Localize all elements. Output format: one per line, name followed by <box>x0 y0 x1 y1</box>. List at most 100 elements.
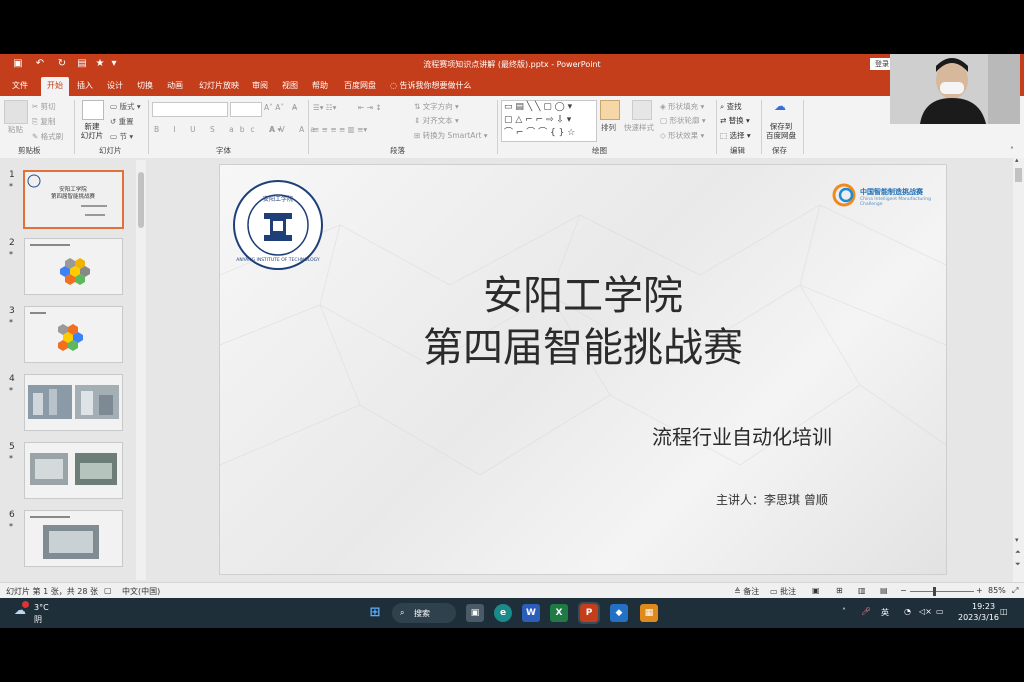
reset-button[interactable]: ↺ 重置 <box>110 116 134 127</box>
convert-smartart-button[interactable]: ⊞ 转换为 SmartArt ▾ <box>414 130 488 141</box>
tab-baidu[interactable]: 百度网盘 <box>344 80 376 91</box>
divider <box>148 100 149 154</box>
slide-thumbnail-4[interactable] <box>24 374 123 431</box>
paste-icon[interactable] <box>4 100 28 124</box>
scroll-thumb[interactable] <box>1015 168 1022 182</box>
font-style-buttons[interactable]: B I U S abc AV Aa <box>154 125 321 134</box>
shape-outline-button[interactable]: ▢ 形状轮廓 ▾ <box>660 115 706 126</box>
cut-button[interactable]: ✂ 剪切 <box>32 101 56 112</box>
tab-transitions[interactable]: 切换 <box>137 80 153 91</box>
replace-button[interactable]: ⇄ 替换 ▾ <box>720 115 750 126</box>
scroll-thumb[interactable] <box>138 172 144 228</box>
save-to-baidu-button[interactable]: 保存到 百度网盘 <box>763 122 799 140</box>
app-orange-icon[interactable]: ▦ <box>640 604 658 622</box>
wifi-icon[interactable]: ◔ <box>904 607 911 616</box>
notes-button[interactable]: ≜ 备注 <box>734 586 759 597</box>
microphone-icon[interactable]: 🎤︎ <box>861 607 871 616</box>
notifications-icon[interactable]: ◫ <box>1000 607 1008 616</box>
powerpoint-icon[interactable]: P <box>578 602 600 624</box>
tab-file[interactable]: 文件 <box>12 80 28 91</box>
slide-thumbnail-3[interactable] <box>24 306 123 363</box>
search-label: 搜索 <box>414 609 430 618</box>
normal-view-icon[interactable]: ▣ <box>812 586 820 595</box>
tab-view[interactable]: 视图 <box>282 80 298 91</box>
new-slide-button[interactable]: 新建 幻灯片 <box>76 122 108 140</box>
align-text-button[interactable]: ⇕ 对齐文本 ▾ <box>414 115 459 126</box>
slide-number: 5 <box>9 442 15 452</box>
baidu-cloud-icon[interactable]: ☁ <box>773 100 787 116</box>
select-button[interactable]: ⬚ 选择 ▾ <box>720 130 751 141</box>
reading-view-icon[interactable]: ▥ <box>858 586 866 595</box>
taskbar-search[interactable]: ⌕ 搜索 <box>392 603 456 623</box>
bullets-icon[interactable]: ☰▾ ☷▾ <box>313 103 336 112</box>
zoom-slider-thumb[interactable] <box>933 587 936 596</box>
quick-styles-icon[interactable] <box>632 100 652 120</box>
word-icon[interactable]: W <box>522 604 540 622</box>
arrange-icon[interactable] <box>600 100 620 120</box>
indent-icon[interactable]: ⇤ ⇥ ↕ <box>358 103 382 112</box>
zoom-slider[interactable] <box>910 591 974 592</box>
slide-scrollbar[interactable]: ▴ ▾ ⏶ ⏷ <box>1013 156 1024 582</box>
ime-indicator[interactable]: 英 <box>881 607 889 618</box>
arrange-button[interactable]: 排列 <box>601 122 616 133</box>
battery-icon[interactable]: ▭ <box>936 607 944 616</box>
tab-slideshow[interactable]: 幻灯片放映 <box>199 80 239 91</box>
scroll-down-icon[interactable]: ▾ <box>1015 536 1019 544</box>
zoom-out-icon[interactable]: − <box>900 586 907 595</box>
sorter-view-icon[interactable]: ⊞ <box>836 586 843 595</box>
shapes-gallery[interactable]: ▭ ▤ ╲ ╲ ▢ ◯ ▾ ▢ △ ⌐ ⌐ ⇨ ⇩ ▾ ⌒ ⌐ ⌒ ⌒ { } ☆ <box>501 100 597 142</box>
language-status[interactable]: 中文(中国) <box>122 586 160 597</box>
volume-icon[interactable]: ◁× <box>919 607 932 616</box>
tab-review[interactable]: 审阅 <box>252 80 268 91</box>
clear-format-icon[interactable]: A̶ <box>292 103 297 112</box>
collapse-ribbon-icon[interactable]: ˄ <box>1010 146 1014 155</box>
font-color-icon[interactable]: A ▾ <box>270 125 281 134</box>
fit-slide-icon[interactable]: ⤢ <box>1012 586 1018 596</box>
prev-slide-icon[interactable]: ⏶ <box>1015 548 1021 557</box>
shape-effects-button[interactable]: ◇ 形状效果 ▾ <box>660 130 704 141</box>
clock-date[interactable]: 2023/3/16 <box>958 613 999 622</box>
ribbon-tabs: 文件 开始 插入 设计 切换 动画 幻灯片放映 审阅 视图 帮助 百度网盘 ◌ … <box>0 75 1024 97</box>
tab-animations[interactable]: 动画 <box>167 80 183 91</box>
notification-badge <box>22 601 29 608</box>
font-name-field[interactable] <box>152 102 228 117</box>
slide-thumbnail-2[interactable] <box>24 238 123 295</box>
slideshow-view-icon[interactable]: ▤ <box>880 586 888 595</box>
quick-styles-button[interactable]: 快速样式 <box>624 122 654 133</box>
font-grow-icon[interactable]: A˄ A˅ <box>264 103 284 112</box>
thumbnail-scrollbar[interactable] <box>136 160 146 580</box>
excel-icon[interactable]: X <box>550 604 568 622</box>
new-slide-icon[interactable] <box>82 100 104 120</box>
font-size-field[interactable] <box>230 102 262 117</box>
comments-button[interactable]: ▭ 批注 <box>770 586 796 597</box>
app-icon[interactable]: ◆ <box>610 604 628 622</box>
zoom-level[interactable]: 85% <box>988 586 1006 595</box>
slide-canvas[interactable]: 安阳工学院 ANYANG INSTITUTE OF TECHNOLOGY 中国智… <box>219 164 947 575</box>
align-icons[interactable]: ≡ ≡ ≡ ≡ ▥ ≡▾ <box>313 125 367 134</box>
clock-time[interactable]: 19:23 <box>972 602 995 611</box>
windows-start-icon[interactable]: ⊞ <box>366 604 384 622</box>
tab-insert[interactable]: 插入 <box>77 80 93 91</box>
tab-home[interactable]: 开始 <box>41 77 69 97</box>
shape-fill-button[interactable]: ◈ 形状填充 ▾ <box>660 101 704 112</box>
paste-button[interactable]: 粘贴 <box>8 124 23 135</box>
format-painter-button[interactable]: ✎ 格式刷 <box>32 131 63 142</box>
find-button[interactable]: ⌕ 查找 <box>720 101 742 112</box>
edge-icon[interactable]: e <box>494 604 512 622</box>
tab-design[interactable]: 设计 <box>107 80 123 91</box>
task-view-icon[interactable]: ▣ <box>466 604 484 622</box>
slide-thumbnail-5[interactable] <box>24 442 123 499</box>
spellcheck-icon[interactable]: ▢ <box>104 586 112 595</box>
tell-me-search[interactable]: ◌ 告诉我你想要做什么 <box>390 80 472 91</box>
slide-thumbnail-6[interactable] <box>24 510 123 567</box>
next-slide-icon[interactable]: ⏷ <box>1015 560 1021 569</box>
zoom-in-icon[interactable]: + <box>976 586 983 595</box>
layout-button[interactable]: ▭ 版式 ▾ <box>110 101 141 112</box>
scroll-up-icon[interactable]: ▴ <box>1015 156 1019 164</box>
tab-help[interactable]: 帮助 <box>312 80 328 91</box>
copy-button[interactable]: ⎘ 复制 <box>32 116 55 127</box>
text-direction-button[interactable]: ⇅ 文字方向 ▾ <box>414 101 459 112</box>
slide-thumbnail-1[interactable]: 安阳工学院 第四届智能挑战赛 <box>23 170 124 229</box>
tray-chevron-icon[interactable]: ˄ <box>842 607 846 616</box>
section-button[interactable]: ▭ 节 ▾ <box>110 131 133 142</box>
